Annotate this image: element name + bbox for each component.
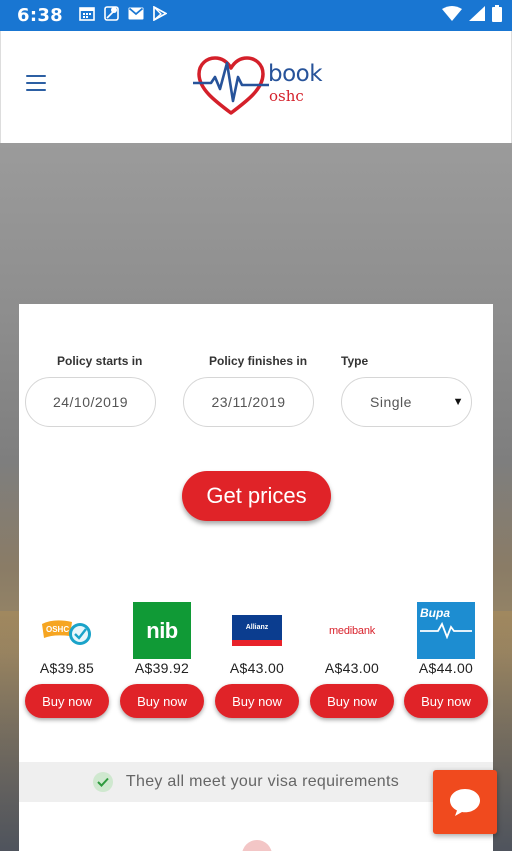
status-bar: 6:38 [0, 0, 512, 31]
buy-now-label: Buy now [327, 693, 377, 709]
medibank-logo: medibank [323, 602, 381, 659]
notification-icons [79, 5, 168, 26]
allianz-logo: Allianz [228, 602, 286, 659]
logo-text-oshc: oshc [269, 87, 304, 105]
visa-requirements-text: They all meet your visa requirements [125, 773, 400, 790]
type-select[interactable]: Single ▼ [341, 377, 472, 427]
policy-finish-label: Policy finishes in [209, 354, 308, 368]
logo-text-book: book [268, 61, 323, 87]
type-label: Type [341, 354, 369, 368]
buy-now-label: Buy now [232, 693, 282, 709]
nib-logo: nib [133, 602, 191, 659]
insurer-price: A$43.00 [229, 660, 285, 676]
type-value: Single [370, 394, 412, 410]
medibank-logo-text: medibank [328, 624, 376, 637]
buy-now-button[interactable]: Buy now [120, 684, 204, 718]
app-header: book oshc [0, 31, 512, 143]
chat-button[interactable] [433, 770, 497, 834]
buy-now-label: Buy now [42, 693, 92, 709]
insurer-price: A$44.00 [418, 660, 474, 676]
bupa-logo: Bupa [417, 602, 475, 659]
signal-icon [469, 5, 485, 26]
allianz-logo-text: Allianz [245, 624, 269, 631]
gmail-icon [128, 7, 144, 25]
policy-start-value: 24/10/2019 [52, 394, 129, 410]
dropdown-arrow-icon: ▼ [452, 396, 464, 408]
quote-card: Policy starts in Policy finishes in Type… [19, 304, 493, 851]
wifi-icon [442, 5, 462, 26]
insurer-price: A$39.85 [39, 660, 95, 676]
policy-start-field[interactable]: 24/10/2019 [25, 377, 156, 427]
get-prices-label: Get prices [206, 483, 307, 508]
heart-heartbeat-icon [193, 56, 269, 115]
policy-finish-value: 23/11/2019 [211, 394, 286, 410]
chat-bubble-icon [450, 789, 480, 816]
buy-now-button[interactable]: Buy now [25, 684, 109, 718]
nib-logo-text: nib [146, 617, 178, 643]
hamburger-menu-icon[interactable] [26, 75, 46, 92]
bupa-heartbeat-icon [420, 621, 472, 639]
buy-now-button[interactable]: Buy now [215, 684, 299, 718]
buy-now-label: Buy now [137, 693, 187, 709]
buy-now-button[interactable]: Buy now [310, 684, 394, 718]
system-icons [442, 4, 502, 27]
insurer-price: A$43.00 [324, 660, 380, 676]
maps-icon [104, 5, 119, 26]
check-circle-icon [92, 772, 113, 792]
visa-requirements-strip: They all meet your visa requirements [19, 762, 493, 802]
app-screen: 6:38 book oshc Policy starts in Policy f… [0, 0, 512, 851]
policy-finish-field[interactable]: 23/11/2019 [183, 377, 314, 427]
insurer-option: medibank A$43.00 Buy now [310, 602, 394, 720]
policy-start-label: Policy starts in [57, 354, 143, 368]
buy-now-label: Buy now [421, 693, 471, 709]
ahm-oshc-logo: OSHC [38, 602, 96, 659]
status-time: 6:38 [17, 5, 63, 26]
insurer-option: Bupa A$44.00 Buy now [404, 602, 488, 720]
play-store-icon [153, 5, 168, 26]
bookoshc-logo[interactable]: book oshc [193, 55, 333, 117]
calendar-icon [79, 6, 95, 26]
insurer-price: A$39.92 [134, 660, 190, 676]
battery-icon [492, 4, 502, 27]
insurer-option: nib A$39.92 Buy now [120, 602, 204, 720]
ahm-logo-text: OSHC [46, 625, 69, 634]
bupa-logo-text: Bupa [420, 606, 450, 620]
get-prices-button[interactable]: Get prices [182, 471, 331, 521]
buy-now-button[interactable]: Buy now [404, 684, 488, 718]
insurer-option: OSHC A$39.85 Buy now [25, 602, 109, 720]
insurer-option: Allianz A$43.00 Buy now [215, 602, 299, 720]
